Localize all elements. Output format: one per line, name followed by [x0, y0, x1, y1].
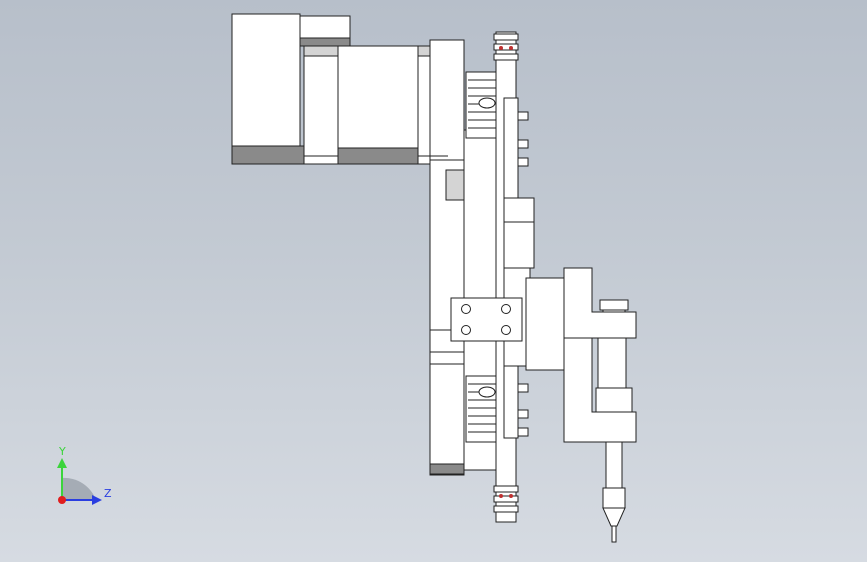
triad-plane	[62, 477, 96, 500]
x-axis-dot	[58, 496, 66, 504]
cad-model-view[interactable]: Y Z	[0, 0, 867, 562]
z-axis-arrow	[92, 495, 102, 505]
orientation-triad: Y Z	[57, 445, 112, 505]
stepper-motor[interactable]	[231, 13, 465, 165]
y-axis-label: Y	[58, 445, 66, 458]
guide-column[interactable]	[503, 97, 535, 439]
y-axis-arrow	[57, 458, 67, 468]
cad-viewport[interactable]: Y Z	[0, 0, 867, 562]
z-axis-label: Z	[104, 487, 112, 500]
mounting-block[interactable]	[450, 297, 523, 342]
